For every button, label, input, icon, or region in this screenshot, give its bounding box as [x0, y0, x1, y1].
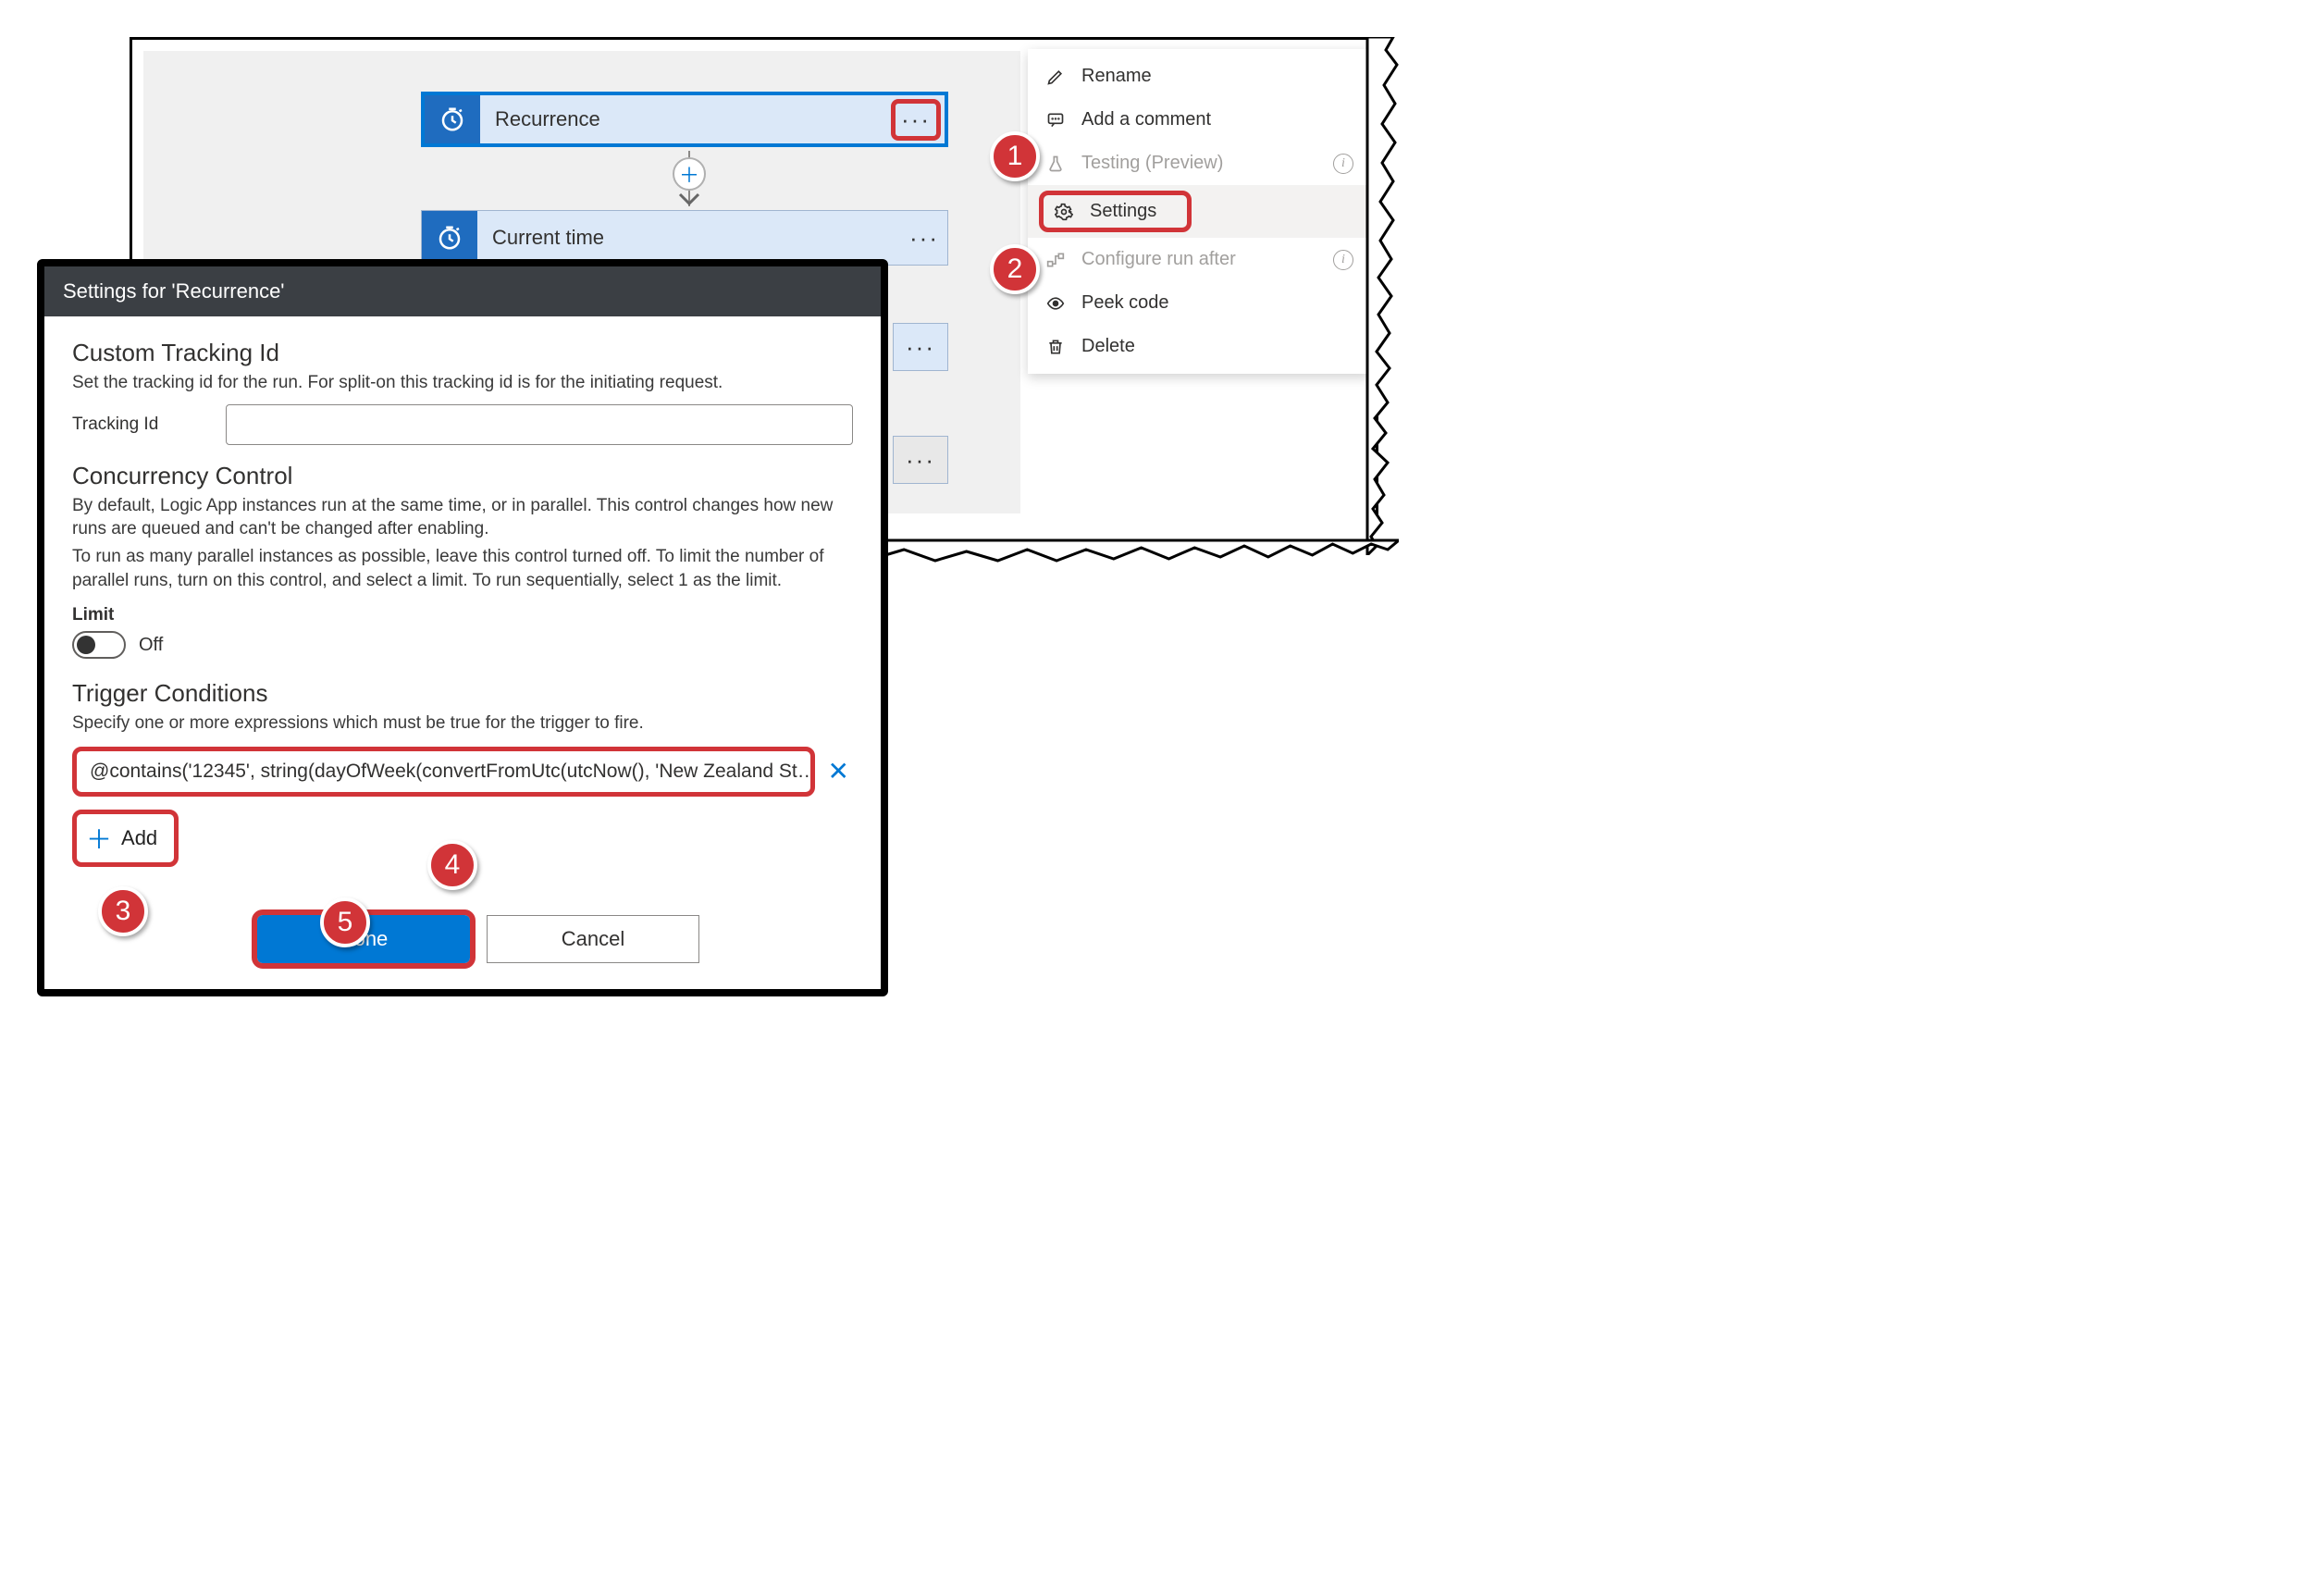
- trigger-condition-value: @contains('12345', string(dayOfWeek(conv…: [90, 761, 815, 782]
- pencil-icon: [1044, 68, 1067, 86]
- limit-state: Off: [139, 635, 163, 656]
- flask-icon: [1044, 155, 1067, 173]
- cancel-label: Cancel: [562, 927, 624, 951]
- card-more-button[interactable]: ···: [901, 224, 947, 253]
- callout-5: 5: [320, 897, 370, 947]
- menu-item-add-comment[interactable]: Add a comment: [1028, 98, 1370, 142]
- torn-edge-right: [1362, 37, 1399, 555]
- callout-3: 3: [98, 886, 148, 936]
- add-label: Add: [121, 826, 157, 850]
- menu-item-configure-run-after: Configure run after i: [1028, 238, 1370, 281]
- menu-label: Configure run after: [1081, 249, 1236, 270]
- menu-label: Settings: [1090, 201, 1156, 222]
- tracking-id-label: Tracking Id: [72, 414, 211, 435]
- add-condition-button[interactable]: ＋ Add: [72, 810, 179, 867]
- add-step-button[interactable]: ＋: [673, 157, 706, 191]
- limit-toggle[interactable]: [72, 631, 126, 659]
- menu-item-rename[interactable]: Rename: [1028, 55, 1370, 98]
- arrow-down-icon: [678, 192, 700, 213]
- schedule-icon: [425, 95, 480, 143]
- trash-icon: [1044, 338, 1067, 356]
- tracking-desc: Set the tracking id for the run. For spl…: [72, 371, 853, 395]
- flow-card-title: Recurrence: [480, 107, 891, 131]
- card-more-button[interactable]: ···: [893, 436, 948, 484]
- gear-icon: [1053, 203, 1075, 221]
- dialog-title: Settings for 'Recurrence': [44, 266, 881, 316]
- eye-icon: [1044, 294, 1067, 313]
- tracking-id-input[interactable]: [226, 404, 853, 445]
- trigger-condition-input[interactable]: @contains('12345', string(dayOfWeek(conv…: [72, 747, 815, 797]
- menu-label: Peek code: [1081, 292, 1169, 314]
- comment-icon: [1044, 111, 1067, 130]
- trigger-heading: Trigger Conditions: [72, 679, 853, 708]
- trigger-desc: Specify one or more expressions which mu…: [72, 711, 853, 736]
- info-icon[interactable]: i: [1333, 250, 1353, 270]
- delete-condition-button[interactable]: ✕: [824, 759, 853, 785]
- menu-item-peek-code[interactable]: Peek code: [1028, 281, 1370, 325]
- concurrency-heading: Concurrency Control: [72, 462, 853, 490]
- more-icon: ···: [901, 105, 931, 133]
- flow-card-current-time[interactable]: Current time ···: [421, 210, 948, 266]
- menu-label: Rename: [1081, 66, 1152, 87]
- menu-item-settings-wrapper: Settings: [1028, 185, 1370, 238]
- branch-icon: [1044, 251, 1067, 269]
- schedule-icon: [422, 211, 477, 265]
- flow-card-title: Current time: [477, 226, 901, 250]
- limit-label: Limit: [72, 605, 853, 625]
- callout-2: 2: [990, 244, 1040, 294]
- menu-item-testing: Testing (Preview) i: [1028, 142, 1370, 185]
- menu-label: Testing (Preview): [1081, 153, 1223, 174]
- menu-item-settings[interactable]: Settings: [1039, 191, 1192, 232]
- tracking-heading: Custom Tracking Id: [72, 339, 853, 367]
- callout-1: 1: [990, 131, 1040, 181]
- card-context-menu: Rename Add a comment Testing (Preview) i: [1028, 49, 1370, 374]
- flow-card-recurrence[interactable]: Recurrence ···: [421, 92, 948, 147]
- info-icon[interactable]: i: [1333, 154, 1353, 174]
- plus-icon: ＋: [86, 820, 112, 857]
- menu-label: Add a comment: [1081, 109, 1211, 130]
- menu-label: Delete: [1081, 336, 1135, 357]
- callout-4: 4: [427, 840, 477, 890]
- cancel-button[interactable]: Cancel: [487, 915, 699, 963]
- card-more-button[interactable]: ···: [893, 323, 948, 371]
- concurrency-desc2: To run as many parallel instances as pos…: [72, 545, 853, 592]
- menu-item-delete[interactable]: Delete: [1028, 325, 1370, 368]
- card-more-button[interactable]: ···: [891, 99, 941, 141]
- concurrency-desc1: By default, Logic App instances run at t…: [72, 494, 853, 541]
